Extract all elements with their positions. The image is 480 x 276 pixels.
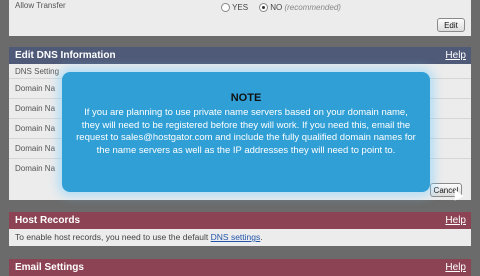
note-title: NOTE [230,92,262,104]
dns-row-label: Domain Na [15,144,56,153]
dns-row-label: Domain Na [15,164,56,173]
no-radio[interactable] [259,3,268,13]
allow-transfer-panel: Allow Transfer YES NO (recommended) Edit [9,0,471,36]
transfer-no-option[interactable]: NO (recommended) [259,3,341,13]
email-settings-help-link[interactable]: Help [445,259,466,276]
note-body: If you are planning to use private name … [76,107,416,156]
note-dialog: NOTE If you are planning to use private … [62,72,430,192]
host-records-body: To enable host records, you need to use … [9,229,471,246]
host-records-message: To enable host records, you need to use … [15,232,211,242]
host-records-text: To enable host records, you need to use … [15,232,263,242]
dns-row-label: Domain Na [15,104,56,113]
allow-transfer-label: Allow Transfer [15,1,66,10]
dns-row-label: DNS Setting [15,67,60,76]
host-records-header: Host Records Help [9,212,471,229]
email-settings-header: Email Settings Help [9,259,471,276]
email-settings-title: Email Settings [15,262,84,273]
dns-row-label: Domain Na [15,84,56,93]
host-records-title: Host Records [15,215,81,226]
dns-row-label: Domain Na [15,124,56,133]
dns-panel-header: Edit DNS Information Help [9,47,471,64]
edit-button[interactable]: Edit [437,18,465,32]
transfer-yes-option[interactable]: YES [221,3,249,13]
dns-settings-link[interactable]: DNS settings [211,232,261,242]
host-records-help-link[interactable]: Help [445,212,466,229]
host-records-period: . [260,232,263,242]
yes-radio[interactable] [221,3,230,13]
dns-panel-title: Edit DNS Information [15,50,116,61]
no-label: NO [270,3,283,12]
dns-help-link[interactable]: Help [445,47,466,64]
recommended-note: (recommended) [284,3,341,12]
yes-label: YES [232,3,249,12]
